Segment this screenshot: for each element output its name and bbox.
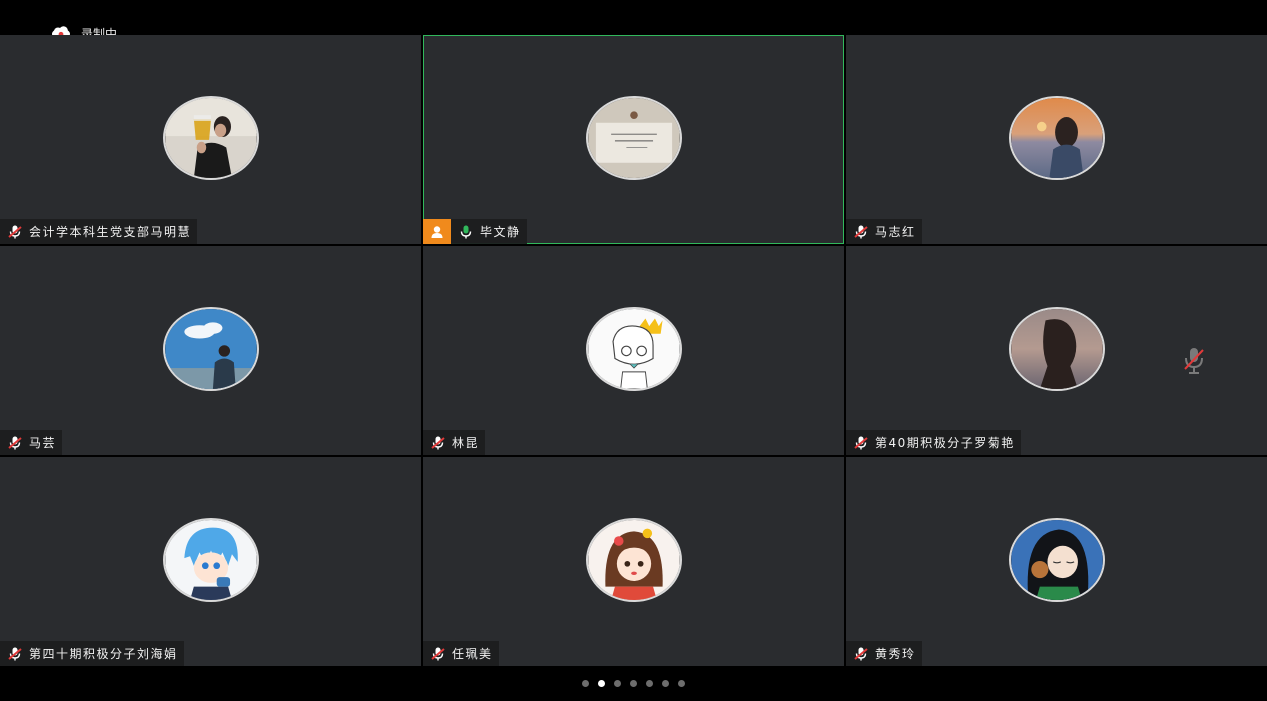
page-indicator [0,665,1267,701]
person-drinking-avatar [162,96,259,180]
participant-name-bar: 任珮美 [423,641,499,666]
page-dot[interactable] [646,679,653,687]
handwritten-card-avatar [585,96,682,180]
participant-tile[interactable]: 马芸 [0,246,421,455]
cartoon-girl-avatar [585,518,682,602]
participant-name: 会计学本科生党支部马明慧 [29,225,192,239]
participant-tile[interactable]: 黄秀玲 [846,457,1267,666]
host-badge-icon [423,219,451,244]
participant-name: 第40期积极分子罗菊艳 [875,436,1015,450]
participant-name: 毕文静 [480,225,521,239]
page-dot[interactable] [678,679,685,687]
participant-name-bar: 会计学本科生党支部马明慧 [0,219,198,244]
sky-person-avatar [162,307,259,391]
participant-name-bar: 马芸 [0,430,63,455]
mic-muted-icon[interactable] [7,224,23,240]
page-dot[interactable] [662,679,669,687]
participant-name: 第四十期积极分子刘海娟 [29,647,178,661]
participant-name-bar: 林昆 [423,430,486,455]
page-dot[interactable] [630,679,637,687]
page-dot[interactable] [582,679,589,687]
anime-dark-hair-avatar [1008,518,1105,602]
mic-muted-icon[interactable] [853,435,869,451]
participant-name-bar: 马志红 [846,219,922,244]
mic-muted-icon[interactable] [7,435,23,451]
participant-name-bar: 第40期积极分子罗菊艳 [846,430,1021,455]
mic-muted-icon[interactable] [430,646,446,662]
participant-name: 马芸 [29,436,57,450]
participant-name-bar: 毕文静 [423,219,527,244]
mic-muted-icon[interactable] [853,646,869,662]
page-dot[interactable] [614,679,621,687]
participant-tile[interactable]: 马志红 [846,35,1267,244]
participant-name: 马志红 [875,225,916,239]
participant-name: 任珮美 [452,647,493,661]
participant-tile[interactable]: 第四十期积极分子刘海娟 [0,457,421,666]
participant-tile-active[interactable]: 毕文静 [423,35,844,244]
participant-tile[interactable]: 第40期积极分子罗菊艳 [846,246,1267,455]
participant-name: 黄秀玲 [875,647,916,661]
sunset-girl-avatar [1008,96,1105,180]
top-bar [0,0,1267,35]
mic-muted-icon[interactable] [7,646,23,662]
anime-blue-hair-avatar [162,518,259,602]
mic-muted-icon[interactable] [853,224,869,240]
participant-tile[interactable]: 会计学本科生党支部马明慧 [0,35,421,244]
page-dot[interactable] [598,679,605,687]
participant-tile[interactable]: 任珮美 [423,457,844,666]
participant-name: 林昆 [452,436,480,450]
participant-tile[interactable]: 林昆 [423,246,844,455]
cartoon-crown-boy-avatar [585,307,682,391]
video-grid: 会计学本科生党支部马明慧 毕文静 马志红 马芸 林昆 第40期积极分子罗菊艳 第… [0,35,1267,666]
tile-mic-muted-icon[interactable] [1182,346,1206,376]
silhouette-girl-avatar [1008,307,1105,391]
mic-active-icon[interactable] [458,224,474,240]
mic-muted-icon[interactable] [430,435,446,451]
participant-name-bar: 第四十期积极分子刘海娟 [0,641,184,666]
participant-name-bar: 黄秀玲 [846,641,922,666]
